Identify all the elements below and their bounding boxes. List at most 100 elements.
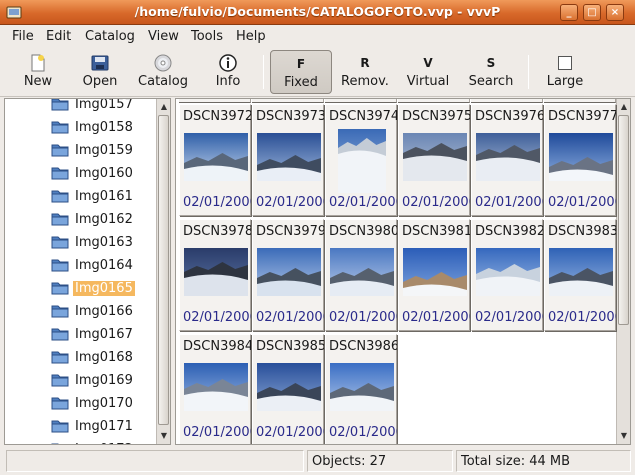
photo-tile[interactable]: DSCN3981 02/01/2006	[398, 219, 470, 331]
folder-icon	[51, 190, 69, 203]
tree-item-label: Img0158	[75, 120, 133, 135]
photo-name: DSCN3978	[183, 224, 251, 239]
close-button[interactable]: ×	[606, 4, 624, 21]
photo-name: DSCN3981	[402, 224, 470, 239]
photo-date: 02/01/2006	[183, 310, 251, 325]
folder-icon	[51, 121, 69, 134]
photo-tile[interactable]: DSCN3978 02/01/2006	[179, 219, 251, 331]
checkbox-icon[interactable]	[557, 54, 573, 72]
photo-thumbnail	[476, 248, 540, 296]
virtual-label: Virtual	[406, 74, 450, 89]
search-label: Search	[468, 74, 514, 89]
maximize-button[interactable]: □	[583, 4, 601, 21]
photo-tile[interactable]: DSCN3980 02/01/2006	[325, 219, 397, 331]
partial-tile[interactable]	[325, 99, 397, 103]
fixed-key: F	[296, 57, 306, 71]
photo-tile[interactable]: DSCN3975 02/01/2006	[398, 104, 470, 216]
photo-tile[interactable]: DSCN3976 02/01/2006	[471, 104, 543, 216]
tree-item-label: Img0171	[75, 419, 133, 434]
photo-tile[interactable]: DSCN3973 02/01/2006	[252, 104, 324, 216]
catalog-button[interactable]: Catalog	[134, 50, 192, 94]
tree-item-label: Img0170	[75, 396, 133, 411]
photo-name: DSCN3976	[475, 109, 543, 124]
total-size: Total size: 44 MB	[456, 450, 631, 472]
photo-name: DSCN3974	[329, 109, 397, 124]
scroll-down-icon[interactable]: ▼	[618, 429, 630, 442]
open-button[interactable]: Open	[72, 50, 128, 94]
scroll-down-icon[interactable]: ▼	[158, 429, 170, 442]
scroll-thumb[interactable]	[158, 115, 169, 425]
folder-tree[interactable]: ▲ ▼ Img0157 Img0158 Img0159 Img0160 Img0161 I…	[4, 98, 171, 445]
removed-label: Remov.	[341, 74, 389, 89]
photo-thumbnail	[257, 363, 321, 411]
status-message	[6, 450, 304, 472]
photo-thumbnail	[549, 133, 613, 181]
thumbnail-grid[interactable]: ▲ ▼ DSCN3972 02/01/2006 DSCN3973 02/01/2006…	[175, 98, 631, 445]
fixed-button[interactable]: F Fixed	[270, 50, 332, 94]
search-button[interactable]: S Search	[462, 50, 520, 94]
tree-item-label: Img0168	[75, 350, 133, 365]
folder-icon	[51, 282, 69, 295]
partial-tile[interactable]	[544, 99, 616, 103]
folder-icon	[51, 259, 69, 272]
photo-date: 02/01/2006	[256, 425, 324, 440]
minimize-button[interactable]: _	[560, 4, 578, 21]
folder-icon	[51, 144, 69, 157]
photo-date: 02/01/2006	[329, 425, 397, 440]
photo-tile[interactable]: DSCN3983 02/01/2006	[544, 219, 616, 331]
new-label: New	[23, 74, 53, 89]
tree-item-label: Img0172	[73, 442, 135, 444]
tree-item-label: Img0159	[75, 143, 133, 158]
new-button[interactable]: New	[10, 50, 66, 94]
partial-tile[interactable]	[252, 99, 324, 103]
photo-date: 02/01/2006	[402, 310, 470, 325]
photo-tile[interactable]: DSCN3979 02/01/2006	[252, 219, 324, 331]
menu-catalog[interactable]: Catalog	[85, 29, 135, 44]
photo-date: 02/01/2006	[329, 310, 397, 325]
photo-tile[interactable]: DSCN3977 02/01/2006	[544, 104, 616, 216]
scroll-up-icon[interactable]: ▲	[618, 100, 630, 113]
menu-file[interactable]: File	[12, 29, 34, 44]
partial-tile[interactable]	[179, 99, 251, 103]
scroll-up-icon[interactable]: ▲	[158, 100, 170, 113]
folder-icon	[51, 236, 69, 249]
photo-tile[interactable]: DSCN3972 02/01/2006	[179, 104, 251, 216]
photo-tile[interactable]: DSCN3982 02/01/2006	[471, 219, 543, 331]
menu-edit[interactable]: Edit	[46, 29, 71, 44]
partial-tile[interactable]	[398, 99, 470, 103]
photo-thumbnail	[184, 248, 248, 296]
photo-tile[interactable]: DSCN3984 02/01/2006	[179, 334, 251, 444]
large-toggle[interactable]: Large	[537, 50, 593, 94]
scroll-thumb[interactable]	[618, 115, 629, 325]
grid-scrollbar[interactable]: ▲ ▼	[616, 99, 630, 444]
photo-tile[interactable]: DSCN3985 02/01/2006	[252, 334, 324, 444]
toolbar: New Open Catalog Info F Fixed R Remov. V…	[0, 47, 635, 97]
photo-date: 02/01/2006	[402, 195, 470, 210]
tree-item-label: Img0162	[75, 212, 133, 227]
new-document-icon	[31, 54, 45, 72]
virtual-button[interactable]: V Virtual	[400, 50, 456, 94]
removed-button[interactable]: R Remov.	[337, 50, 393, 94]
virtual-key: V	[423, 56, 433, 70]
search-key: S	[486, 56, 496, 70]
photo-name: DSCN3982	[475, 224, 543, 239]
folder-icon	[51, 305, 69, 318]
menu-view[interactable]: View	[148, 29, 179, 44]
tree-item-label: Img0160	[75, 166, 133, 181]
menu-tools[interactable]: Tools	[191, 29, 223, 44]
info-button[interactable]: Info	[200, 50, 256, 94]
photo-thumbnail	[257, 133, 321, 181]
catalog-label: Catalog	[138, 74, 188, 89]
photo-thumbnail	[184, 133, 248, 181]
photo-name: DSCN3975	[402, 109, 470, 124]
toolbar-separator	[528, 55, 529, 89]
tree-scrollbar[interactable]: ▲ ▼	[156, 99, 170, 444]
folder-icon	[51, 213, 69, 226]
photo-tile[interactable]: DSCN3974 02/01/2006	[325, 104, 397, 216]
photo-tile[interactable]: DSCN3986 02/01/2006	[325, 334, 397, 444]
folder-icon	[51, 328, 69, 341]
objects-count: Objects: 27	[307, 450, 453, 472]
menu-help[interactable]: Help	[236, 29, 266, 44]
partial-tile[interactable]	[471, 99, 543, 103]
photo-name: DSCN3979	[256, 224, 324, 239]
